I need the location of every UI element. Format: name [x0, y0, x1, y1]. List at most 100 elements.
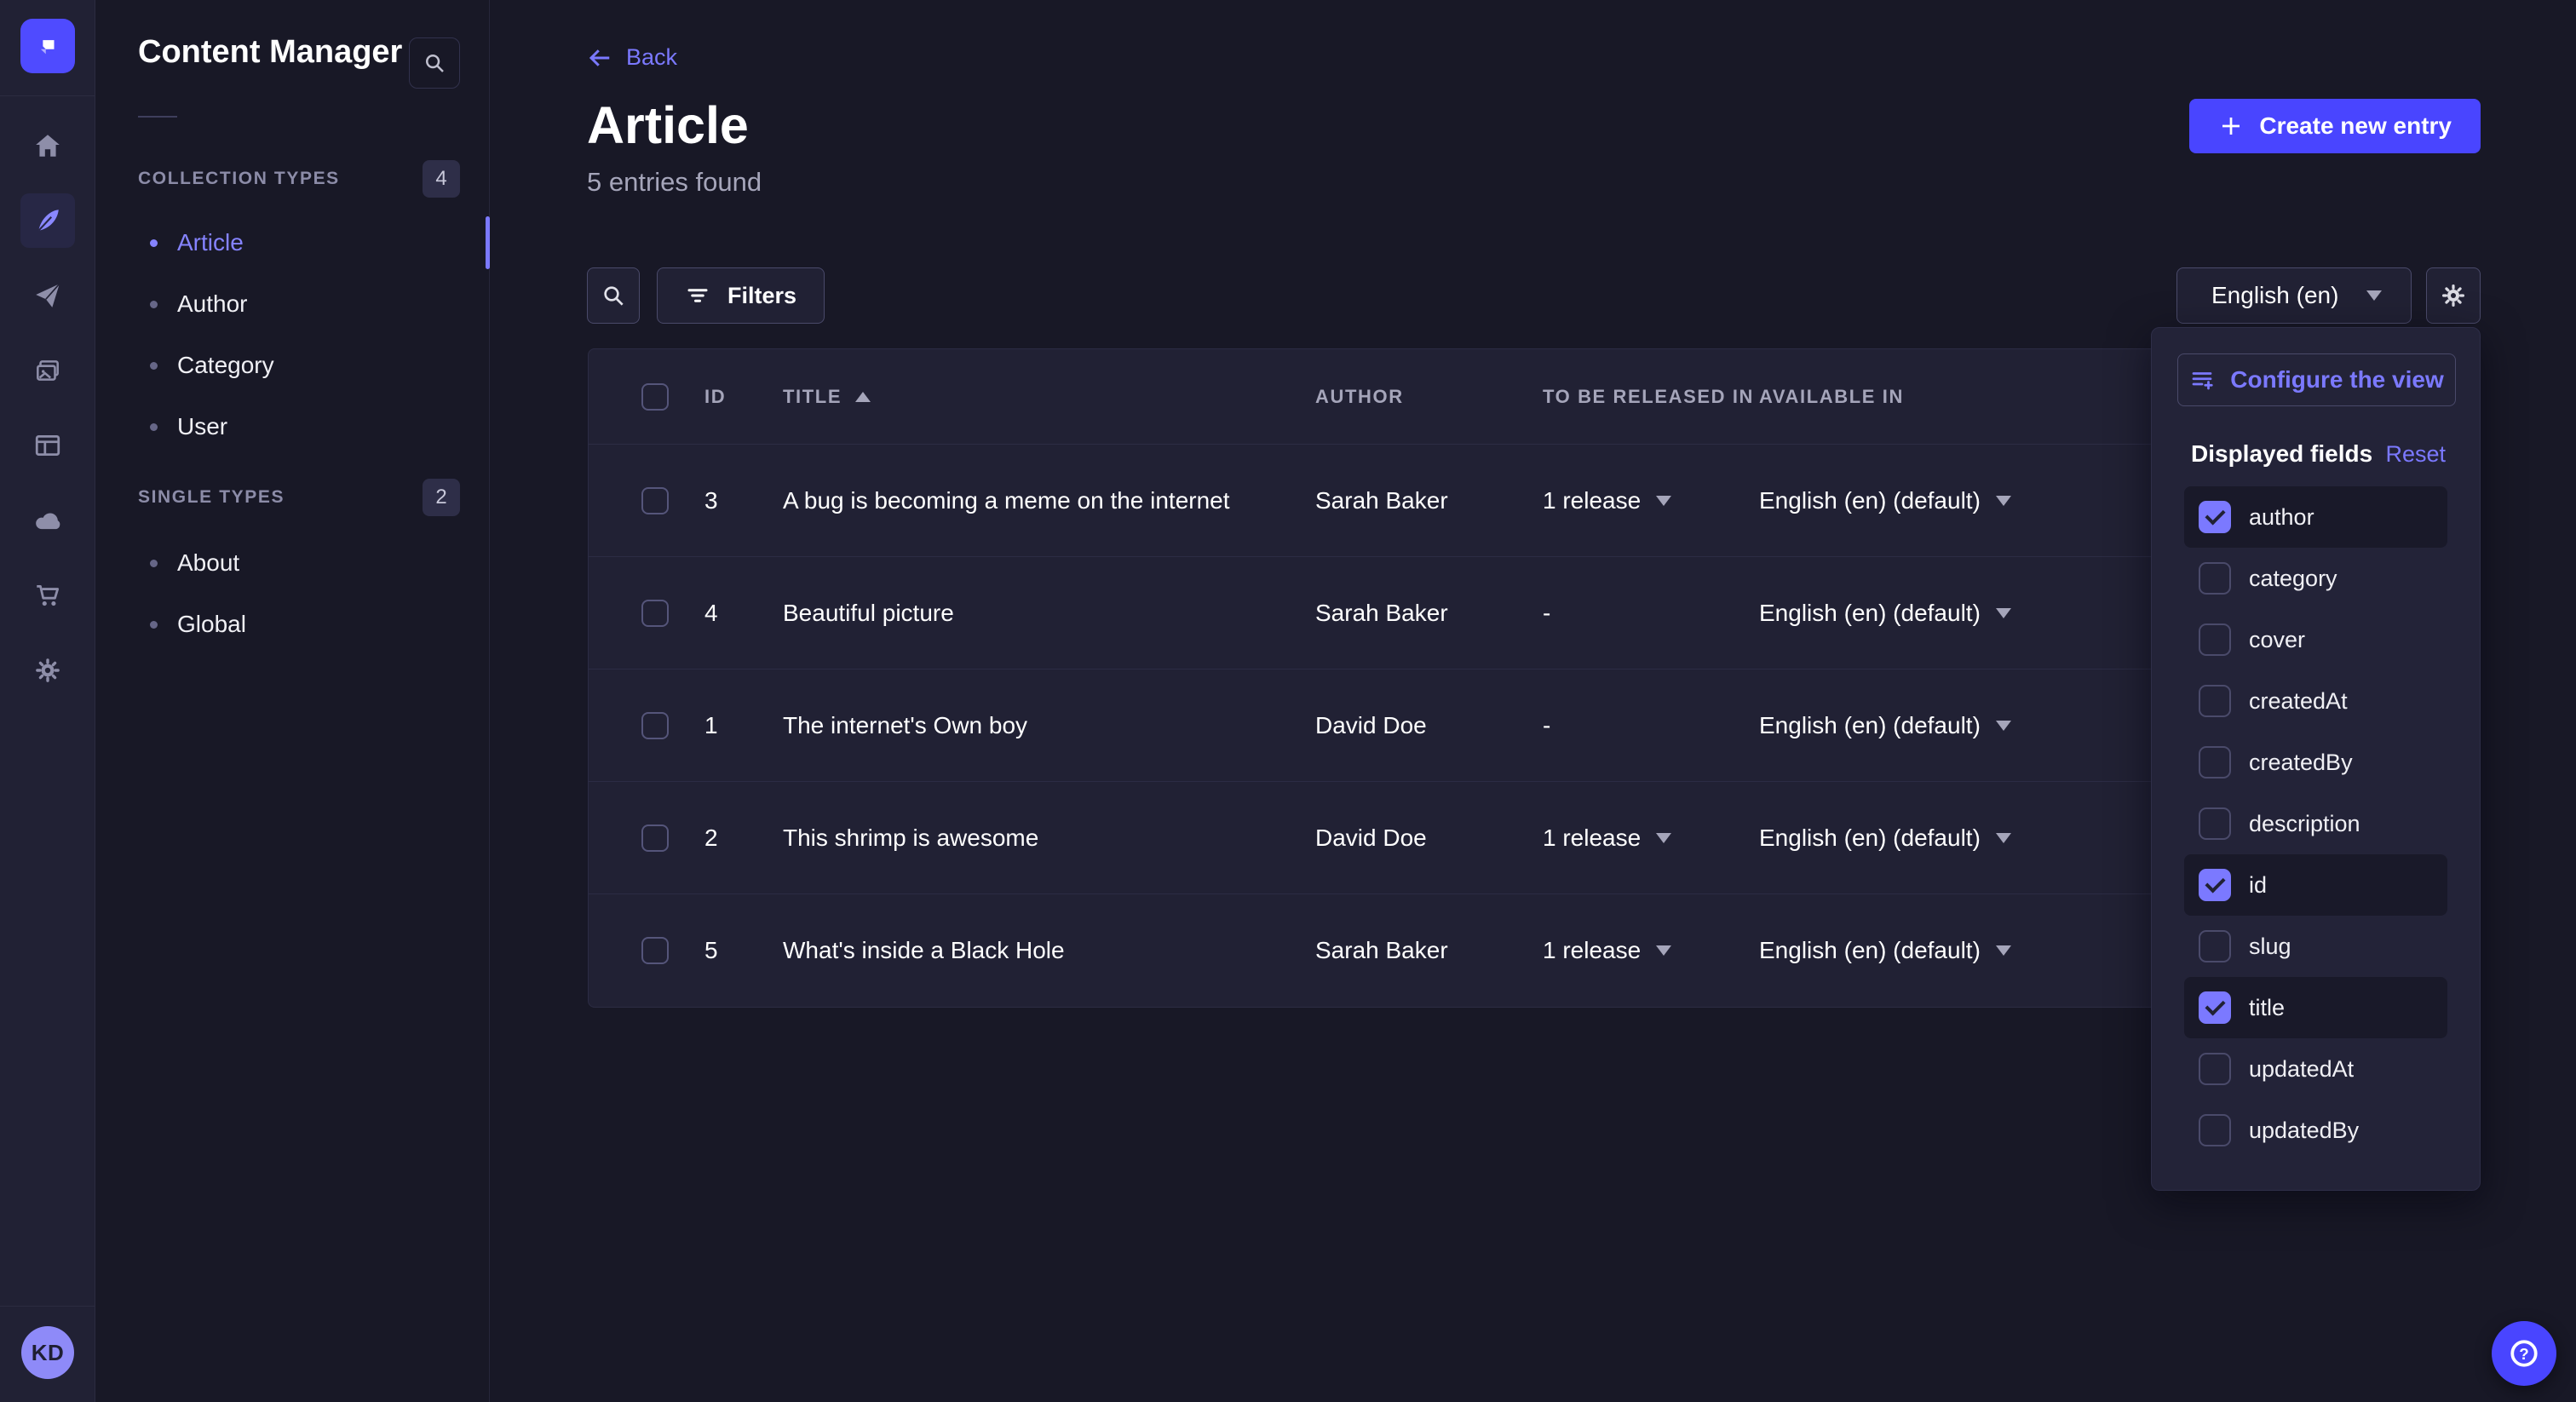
field-option-updatedBy[interactable]: updatedBy [2184, 1100, 2447, 1161]
sidebar-item-label: Global [177, 611, 246, 638]
svg-text:?: ? [2519, 1345, 2528, 1363]
cell-release[interactable]: 1 release [1543, 487, 1759, 514]
select-all-checkbox[interactable] [641, 383, 669, 411]
help-icon: ? [2507, 1336, 2541, 1370]
row-checkbox[interactable] [641, 825, 669, 852]
search-icon [422, 50, 447, 76]
cart-icon[interactable] [20, 568, 75, 623]
avatar[interactable]: KD [21, 1326, 74, 1379]
back-label: Back [626, 44, 677, 71]
field-option-updatedAt[interactable]: updatedAt [2184, 1038, 2447, 1100]
home-icon[interactable] [20, 118, 75, 173]
app-root: KD Content Manager COLLECTION TYPES 4 Ar… [0, 0, 2576, 1402]
column-header-title[interactable]: TITLE [783, 386, 1315, 408]
sidebar-item-article[interactable]: Article [95, 212, 489, 273]
field-option-createdBy[interactable]: createdBy [2184, 732, 2447, 793]
field-option-id[interactable]: id [2184, 854, 2447, 916]
configure-view-button[interactable]: Configure the view [2177, 353, 2456, 406]
view-settings-button[interactable] [2426, 267, 2481, 324]
cloud-icon[interactable] [20, 493, 75, 548]
sidebar-item-about[interactable]: About [95, 532, 489, 594]
sidebar: Content Manager COLLECTION TYPES 4 Artic… [95, 0, 490, 1402]
reset-link[interactable]: Reset [2385, 441, 2446, 468]
locale-value: English (en) [2211, 282, 2338, 309]
row-checkbox[interactable] [641, 712, 669, 739]
cell-title: This shrimp is awesome [783, 825, 1315, 852]
back-link[interactable]: Back [587, 44, 677, 71]
chevron-down-icon [2366, 290, 2382, 301]
checkbox-icon[interactable] [2199, 991, 2231, 1024]
row-checkbox[interactable] [641, 600, 669, 627]
entries-count: 5 entries found [587, 167, 762, 198]
row-checkbox[interactable] [641, 937, 669, 964]
checkbox-icon[interactable] [2199, 1114, 2231, 1146]
cell-id: 2 [704, 825, 783, 852]
row-checkbox[interactable] [641, 487, 669, 514]
cell-author: David Doe [1315, 825, 1543, 852]
single-types-section: SINGLE TYPES 2 About Global [95, 479, 489, 655]
field-option-createdAt[interactable]: createdAt [2184, 670, 2447, 732]
back-arrow-icon [587, 45, 612, 71]
filters-button[interactable]: Filters [657, 267, 825, 324]
table-search-button[interactable] [587, 267, 640, 324]
page-title: Article [587, 95, 749, 155]
collection-types-label: COLLECTION TYPES [138, 169, 340, 189]
locale-select[interactable]: English (en) [2176, 267, 2412, 324]
cell-author: Sarah Baker [1315, 600, 1543, 627]
chevron-down-icon [1656, 945, 1671, 956]
search-icon [600, 282, 627, 309]
nav-rail: KD [0, 0, 95, 1402]
sidebar-item-category[interactable]: Category [95, 335, 489, 396]
checkbox-icon[interactable] [2199, 746, 2231, 779]
sidebar-item-user[interactable]: User [95, 396, 489, 457]
checkbox-icon[interactable] [2199, 685, 2231, 717]
bullet-icon [150, 239, 158, 247]
checkbox-icon[interactable] [2199, 501, 2231, 533]
layout-icon[interactable] [20, 418, 75, 473]
cell-title: The internet's Own boy [783, 712, 1315, 739]
active-indicator [486, 216, 490, 269]
cell-release[interactable]: 1 release [1543, 825, 1759, 852]
field-option-title[interactable]: title [2184, 977, 2447, 1038]
cell-title: A bug is becoming a meme on the internet [783, 487, 1315, 514]
bullet-icon [150, 301, 158, 308]
sidebar-item-label: Article [177, 229, 244, 256]
chevron-down-icon [1656, 833, 1671, 843]
field-list: author category cover createdAt createdB… [2184, 486, 2447, 1161]
checkbox-icon[interactable] [2199, 623, 2231, 656]
sidebar-divider [138, 116, 177, 118]
create-new-entry-button[interactable]: Create new entry [2189, 99, 2481, 153]
field-option-description[interactable]: description [2184, 793, 2447, 854]
paper-plane-icon[interactable] [20, 268, 75, 323]
plus-icon [2218, 113, 2244, 139]
sidebar-item-global[interactable]: Global [95, 594, 489, 655]
column-header-id[interactable]: ID [704, 386, 783, 408]
field-option-category[interactable]: category [2184, 548, 2447, 609]
sidebar-item-author[interactable]: Author [95, 273, 489, 335]
bullet-icon [150, 560, 158, 567]
settings-icon[interactable] [20, 643, 75, 698]
field-option-cover[interactable]: cover [2184, 609, 2447, 670]
checkbox-icon[interactable] [2199, 1053, 2231, 1085]
field-option-slug[interactable]: slug [2184, 916, 2447, 977]
chevron-down-icon [1996, 496, 2011, 506]
view-settings-popover: Configure the view Displayed fields Rese… [2151, 327, 2481, 1191]
checkbox-icon[interactable] [2199, 869, 2231, 901]
single-types-count-badge: 2 [423, 479, 460, 516]
checkbox-icon[interactable] [2199, 562, 2231, 595]
media-library-icon[interactable] [20, 343, 75, 398]
rail-bottom-divider [0, 1306, 95, 1307]
strapi-logo-icon [31, 29, 65, 63]
checkbox-icon[interactable] [2199, 930, 2231, 962]
checkbox-icon[interactable] [2199, 807, 2231, 840]
cell-release[interactable]: 1 release [1543, 937, 1759, 964]
sidebar-item-label: Author [177, 290, 248, 318]
chevron-down-icon [1996, 945, 2011, 956]
sidebar-search-button[interactable] [409, 37, 460, 89]
strapi-logo[interactable] [20, 19, 75, 73]
field-option-author[interactable]: author [2184, 486, 2447, 548]
collection-types-count-badge: 4 [423, 160, 460, 198]
content-manager-icon[interactable] [20, 193, 75, 248]
help-button[interactable]: ? [2492, 1321, 2556, 1386]
gear-icon [2440, 282, 2467, 309]
